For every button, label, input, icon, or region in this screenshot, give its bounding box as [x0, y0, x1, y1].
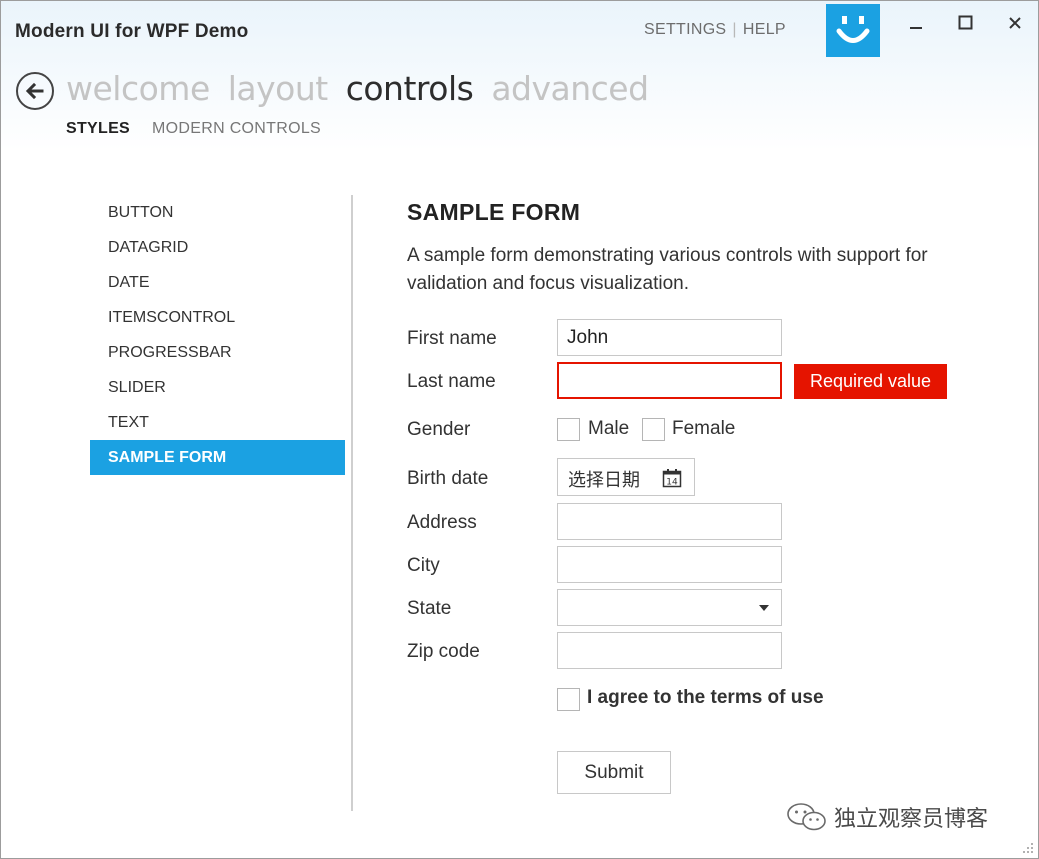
tab-styles[interactable]: STYLES [66, 120, 130, 138]
sidebar-divider [351, 195, 353, 811]
sidebar-item-button[interactable]: BUTTON [90, 195, 345, 230]
nav-controls[interactable]: controls [346, 69, 474, 109]
zip-code-label: Zip code [407, 641, 480, 663]
close-button[interactable] [1001, 9, 1029, 37]
sidebar-item-slider[interactable]: SLIDER [90, 370, 345, 405]
city-input[interactable] [557, 546, 782, 583]
watermark: 独立观察员博客 [786, 801, 988, 833]
state-select[interactable] [557, 589, 782, 626]
sidebar-list: BUTTON DATAGRID DATE ITEMSCONTROL PROGRE… [90, 195, 345, 475]
male-checkbox[interactable] [557, 418, 580, 441]
last-name-input[interactable] [557, 362, 782, 399]
main-nav: welcome layout controls advanced [66, 69, 649, 109]
address-input[interactable] [557, 503, 782, 540]
form-title: SAMPLE FORM [407, 199, 580, 226]
sidebar-item-sample-form[interactable]: SAMPLE FORM [90, 440, 345, 475]
title-bar-links: SETTINGS|HELP [644, 21, 786, 39]
birth-date-picker[interactable]: 选择日期 14 [557, 458, 695, 496]
validation-error-badge: Required value [794, 364, 947, 399]
resize-grip-icon[interactable] [1022, 842, 1034, 854]
city-label: City [407, 555, 440, 577]
watermark-text: 独立观察员博客 [834, 801, 988, 833]
zip-code-input[interactable] [557, 632, 782, 669]
dropdown-arrow-icon [759, 605, 769, 611]
nav-advanced[interactable]: advanced [491, 69, 648, 109]
app-window: Modern UI for WPF Demo SETTINGS|HELP wel… [0, 0, 1039, 859]
wechat-icon [786, 802, 828, 832]
state-label: State [407, 598, 451, 620]
tab-modern-controls[interactable]: MODERN CONTROLS [152, 120, 321, 138]
address-label: Address [407, 512, 477, 534]
calendar-icon[interactable]: 14 [662, 468, 682, 488]
settings-link[interactable]: SETTINGS [644, 21, 726, 38]
minimize-button[interactable] [902, 9, 930, 37]
nav-welcome[interactable]: welcome [66, 69, 210, 109]
last-name-label: Last name [407, 371, 496, 393]
calendar-day: 14 [666, 478, 678, 488]
nav-layout[interactable]: layout [228, 69, 328, 109]
sidebar-item-progressbar[interactable]: PROGRESSBAR [90, 335, 345, 370]
agree-terms-checkbox[interactable] [557, 688, 580, 711]
sidebar-item-text[interactable]: TEXT [90, 405, 345, 440]
first-name-label: First name [407, 328, 497, 350]
back-button[interactable] [16, 72, 54, 110]
female-checkbox[interactable] [642, 418, 665, 441]
date-placeholder: 选择日期 [568, 466, 640, 492]
agree-terms-label: I agree to the terms of use [587, 687, 824, 709]
help-link[interactable]: HELP [743, 21, 786, 38]
window-title: Modern UI for WPF Demo [15, 21, 248, 43]
sidebar-item-itemscontrol[interactable]: ITEMSCONTROL [90, 300, 345, 335]
back-arrow-icon [24, 80, 46, 102]
gender-label: Gender [407, 419, 470, 441]
sidebar-item-date[interactable]: DATE [90, 265, 345, 300]
maximize-button[interactable] [952, 9, 980, 37]
female-label: Female [672, 418, 735, 440]
sidebar-item-datagrid[interactable]: DATAGRID [90, 230, 345, 265]
form-description: A sample form demonstrating various cont… [407, 242, 977, 298]
submit-button[interactable]: Submit [557, 751, 671, 794]
first-name-input[interactable]: John [557, 319, 782, 356]
birth-date-label: Birth date [407, 468, 488, 490]
male-label: Male [588, 418, 629, 440]
sub-nav: STYLES MODERN CONTROLS [66, 120, 321, 138]
smiley-logo-icon [826, 4, 880, 57]
